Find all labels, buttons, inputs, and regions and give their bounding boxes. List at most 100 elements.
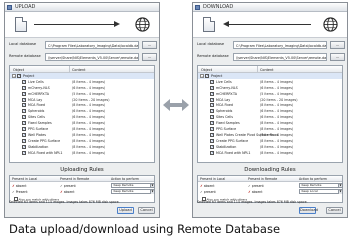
action-select[interactable]: Keep Local ▼ (299, 189, 343, 195)
column-object[interactable]: Object (201, 68, 212, 72)
row-label: Stabilization (28, 144, 49, 149)
row-checkbox[interactable]: ✓ (210, 79, 214, 84)
tree-body: − ✓ Project ✓ Live Cells (8 items - 4 images)… (198, 73, 342, 155)
row-checkbox[interactable]: ✓ (210, 115, 214, 120)
rules-title: Uploading Rules (60, 167, 104, 173)
rule-row: ✓ Present ✗ absent Keep Remote ▼ (10, 189, 155, 196)
row-checkbox[interactable]: ✓ (210, 97, 214, 102)
row-checkbox[interactable]: ✓ (22, 144, 26, 149)
arrow-right-icon (114, 21, 120, 27)
app-icon (195, 5, 200, 10)
column-content[interactable]: Content (72, 68, 86, 72)
row-label: Fixed Samples (28, 121, 52, 126)
row-checkbox[interactable]: ✓ (22, 132, 26, 137)
browse-remote-button[interactable]: ... (142, 53, 157, 61)
row-checkbox[interactable]: ✓ (22, 109, 26, 114)
local-state: ✓ Present (12, 190, 28, 194)
row-content-count: (6 items - 4 images) (72, 85, 106, 90)
row-content-count: (6 items - 4 images) (72, 115, 106, 120)
local-state-label: present (203, 190, 216, 194)
tree-row[interactable]: ✓ MCA Fixed with NPL1 (8 items - 4 images) (198, 150, 342, 156)
column-object[interactable]: Object (13, 68, 24, 72)
action-select-value: Keep Remote (301, 182, 322, 187)
rules-col-action: Action to perform (299, 177, 327, 182)
row-label: Well Plates (28, 132, 46, 137)
row-checkbox[interactable]: ✓ (22, 97, 26, 102)
remote-state-label: absent (251, 190, 263, 194)
action-select[interactable]: Keep Remote ▼ (111, 189, 155, 195)
row-checkbox[interactable]: ✓ (22, 79, 26, 84)
row-checkbox[interactable]: ✓ (210, 127, 214, 132)
rules-col-local: Present in Local (200, 177, 226, 182)
row-checkbox[interactable]: ✓ (210, 85, 214, 90)
row-checkbox[interactable]: ✓ (22, 121, 26, 126)
cancel-button[interactable]: Cancel (326, 207, 343, 214)
direction-banner (193, 12, 347, 38)
remote-state: ✓ present (60, 184, 76, 188)
action-select[interactable]: Keep Remote ▼ (111, 182, 155, 188)
transfer-arrow-line (34, 24, 116, 25)
collapse-icon[interactable]: − (12, 74, 16, 78)
local-database-label: Local database (197, 42, 225, 46)
download-button[interactable]: Download (299, 207, 318, 214)
download-dialog: DOWNLOAD Local database C:\Program Files… (192, 2, 348, 218)
row-checkbox[interactable]: ✓ (210, 109, 214, 114)
row-checkbox[interactable]: ✓ (22, 138, 26, 143)
state-mark-icon: ✗ (200, 183, 203, 188)
cancel-button[interactable]: Cancel (138, 207, 155, 214)
row-checkbox[interactable]: ✓ (210, 132, 214, 137)
state-mark-icon: ✗ (12, 183, 15, 188)
row-label: Spheroids (216, 109, 233, 114)
row-checkbox[interactable]: ✓ (22, 150, 26, 155)
browse-remote-button[interactable]: ... (330, 53, 345, 61)
action-select[interactable]: Keep Remote ▼ (299, 182, 343, 188)
row-label: mCHERRY-TA (28, 91, 49, 96)
row-content-count: (6 items - 4 images) (260, 115, 294, 120)
row-checkbox[interactable]: ✓ (17, 74, 21, 78)
row-checkbox[interactable]: ✓ (210, 138, 214, 143)
remote-database-row: Remote database \\server\Share\NIS\Eleme… (193, 52, 347, 62)
chevron-down-icon[interactable]: ▼ (150, 190, 154, 194)
action-select-value: Keep Local (301, 189, 318, 194)
row-checkbox[interactable]: ✓ (210, 91, 214, 96)
chevron-down-icon[interactable]: ▼ (150, 183, 154, 188)
remote-state-label: present (251, 183, 264, 188)
tree-header: Object Content (198, 66, 342, 73)
remote-state: ✗ absent (248, 190, 263, 194)
row-checkbox[interactable]: ✓ (22, 103, 26, 108)
row-content-count: (8 items - 4 images) (72, 150, 106, 155)
rules-title: Downloading Rules (244, 167, 296, 173)
row-checkbox[interactable]: ✓ (210, 121, 214, 126)
row-checkbox[interactable]: ✓ (22, 91, 26, 96)
collapse-icon[interactable]: − (200, 74, 204, 78)
local-database-field[interactable]: C:\Program Files\Laboratory_Imaging\Data… (233, 41, 327, 49)
upload-button[interactable]: Upload (117, 207, 134, 214)
browse-local-button[interactable]: ... (142, 41, 157, 49)
row-content-count: (6 items - 4 images) (260, 85, 294, 90)
row-checkbox[interactable]: ✓ (210, 144, 214, 149)
row-checkbox[interactable]: ✓ (210, 103, 214, 108)
action-select-value: Keep Remote (113, 189, 134, 194)
row-checkbox[interactable]: ✓ (22, 115, 26, 120)
chevron-down-icon[interactable]: ▼ (338, 183, 342, 188)
row-content-count: (8 items - 4 images) (72, 138, 106, 143)
local-database-field[interactable]: C:\Program Files\Laboratory_Imaging\Data… (45, 41, 139, 49)
chevron-down-icon[interactable]: ▼ (338, 190, 342, 194)
remote-database-field[interactable]: \\server\Share\NIS\Elements_V5.00\Server… (233, 53, 327, 61)
row-checkbox[interactable]: ✓ (22, 85, 26, 90)
tree-row[interactable]: ✓ MCA Fixed with NPL1 (8 items - 4 images) (10, 150, 154, 156)
rules-col-remote: Present in Remote (248, 177, 278, 182)
row-checkbox[interactable]: ✓ (210, 150, 214, 155)
row-checkbox[interactable]: ✓ (205, 74, 209, 78)
state-mark-icon: ✗ (248, 190, 251, 194)
row-checkbox[interactable]: ✓ (22, 127, 26, 132)
row-content-count: (8 items - 4 images) (260, 150, 294, 155)
remote-database-field[interactable]: \\server\Share\NIS\Elements_V5.00\Server… (45, 53, 139, 61)
state-mark-icon: ✓ (12, 190, 15, 194)
browse-local-button[interactable]: ... (330, 41, 345, 49)
object-tree[interactable]: Object Content − ✓ Project ✓ Live Cells (8 it… (9, 65, 155, 163)
column-content[interactable]: Content (260, 68, 274, 72)
swap-arrows-icon (163, 99, 189, 111)
local-database-row: Local database C:\Program Files\Laborato… (5, 40, 159, 50)
object-tree[interactable]: Object Content − ✓ Project ✓ Live Cells (8 it… (197, 65, 343, 163)
